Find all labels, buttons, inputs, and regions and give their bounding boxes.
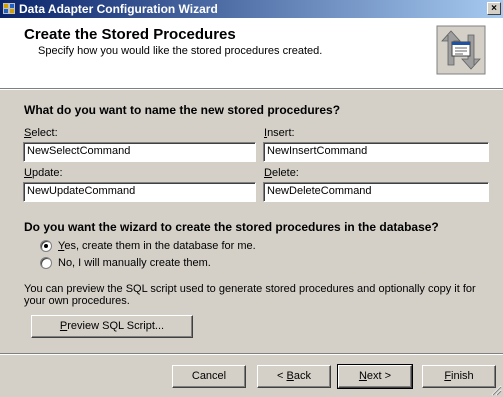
select-label: Select: [24, 127, 58, 139]
radio-no-label: No, I will manually create them. [58, 257, 211, 269]
next-button[interactable]: Next > [337, 364, 413, 389]
insert-label: Insert: [264, 127, 295, 139]
wizard-app-icon [3, 3, 15, 14]
update-label: Update: [24, 167, 63, 179]
wizard-window: Data Adapter Configuration Wizard × Crea… [0, 0, 503, 397]
close-icon: × [491, 3, 497, 14]
page-title: Create the Stored Procedures [24, 26, 236, 43]
insert-name-field[interactable]: NewInsertCommand [263, 142, 489, 162]
radio-selected-dot [44, 244, 48, 248]
radio-yes-label: Yes, create them in the database for me. [58, 240, 256, 252]
window-title: Data Adapter Configuration Wizard [19, 2, 218, 16]
naming-question: What do you want to name the new stored … [24, 103, 341, 117]
radio-button[interactable] [40, 240, 52, 252]
select-name-field[interactable]: NewSelectCommand [23, 142, 256, 162]
delete-label: Delete: [264, 167, 299, 179]
cancel-button[interactable]: Cancel [172, 365, 246, 388]
delete-name-field[interactable]: NewDeleteCommand [263, 182, 489, 202]
create-question: Do you want the wizard to create the sto… [24, 220, 439, 234]
wizard-header: Create the Stored Procedures Specify how… [0, 18, 503, 90]
radio-create-no[interactable]: No, I will manually create them. [40, 257, 280, 271]
radio-create-yes[interactable]: Yes, create them in the database for me. [40, 240, 280, 254]
close-button[interactable]: × [487, 2, 501, 15]
radio-button[interactable] [40, 257, 52, 269]
footer-separator [0, 353, 503, 355]
preview-info-text: You can preview the SQL script used to g… [24, 283, 476, 307]
stored-procedure-wizard-icon [436, 25, 486, 75]
preview-sql-script-button[interactable]: Preview SQL Script... [31, 315, 193, 338]
update-name-field[interactable]: NewUpdateCommand [23, 182, 256, 202]
title-bar[interactable]: Data Adapter Configuration Wizard × [0, 0, 503, 18]
resize-grip-icon[interactable] [490, 384, 502, 396]
back-button[interactable]: < Back [257, 365, 331, 388]
page-subtitle: Specify how you would like the stored pr… [38, 45, 323, 57]
finish-button[interactable]: Finish [422, 365, 496, 388]
